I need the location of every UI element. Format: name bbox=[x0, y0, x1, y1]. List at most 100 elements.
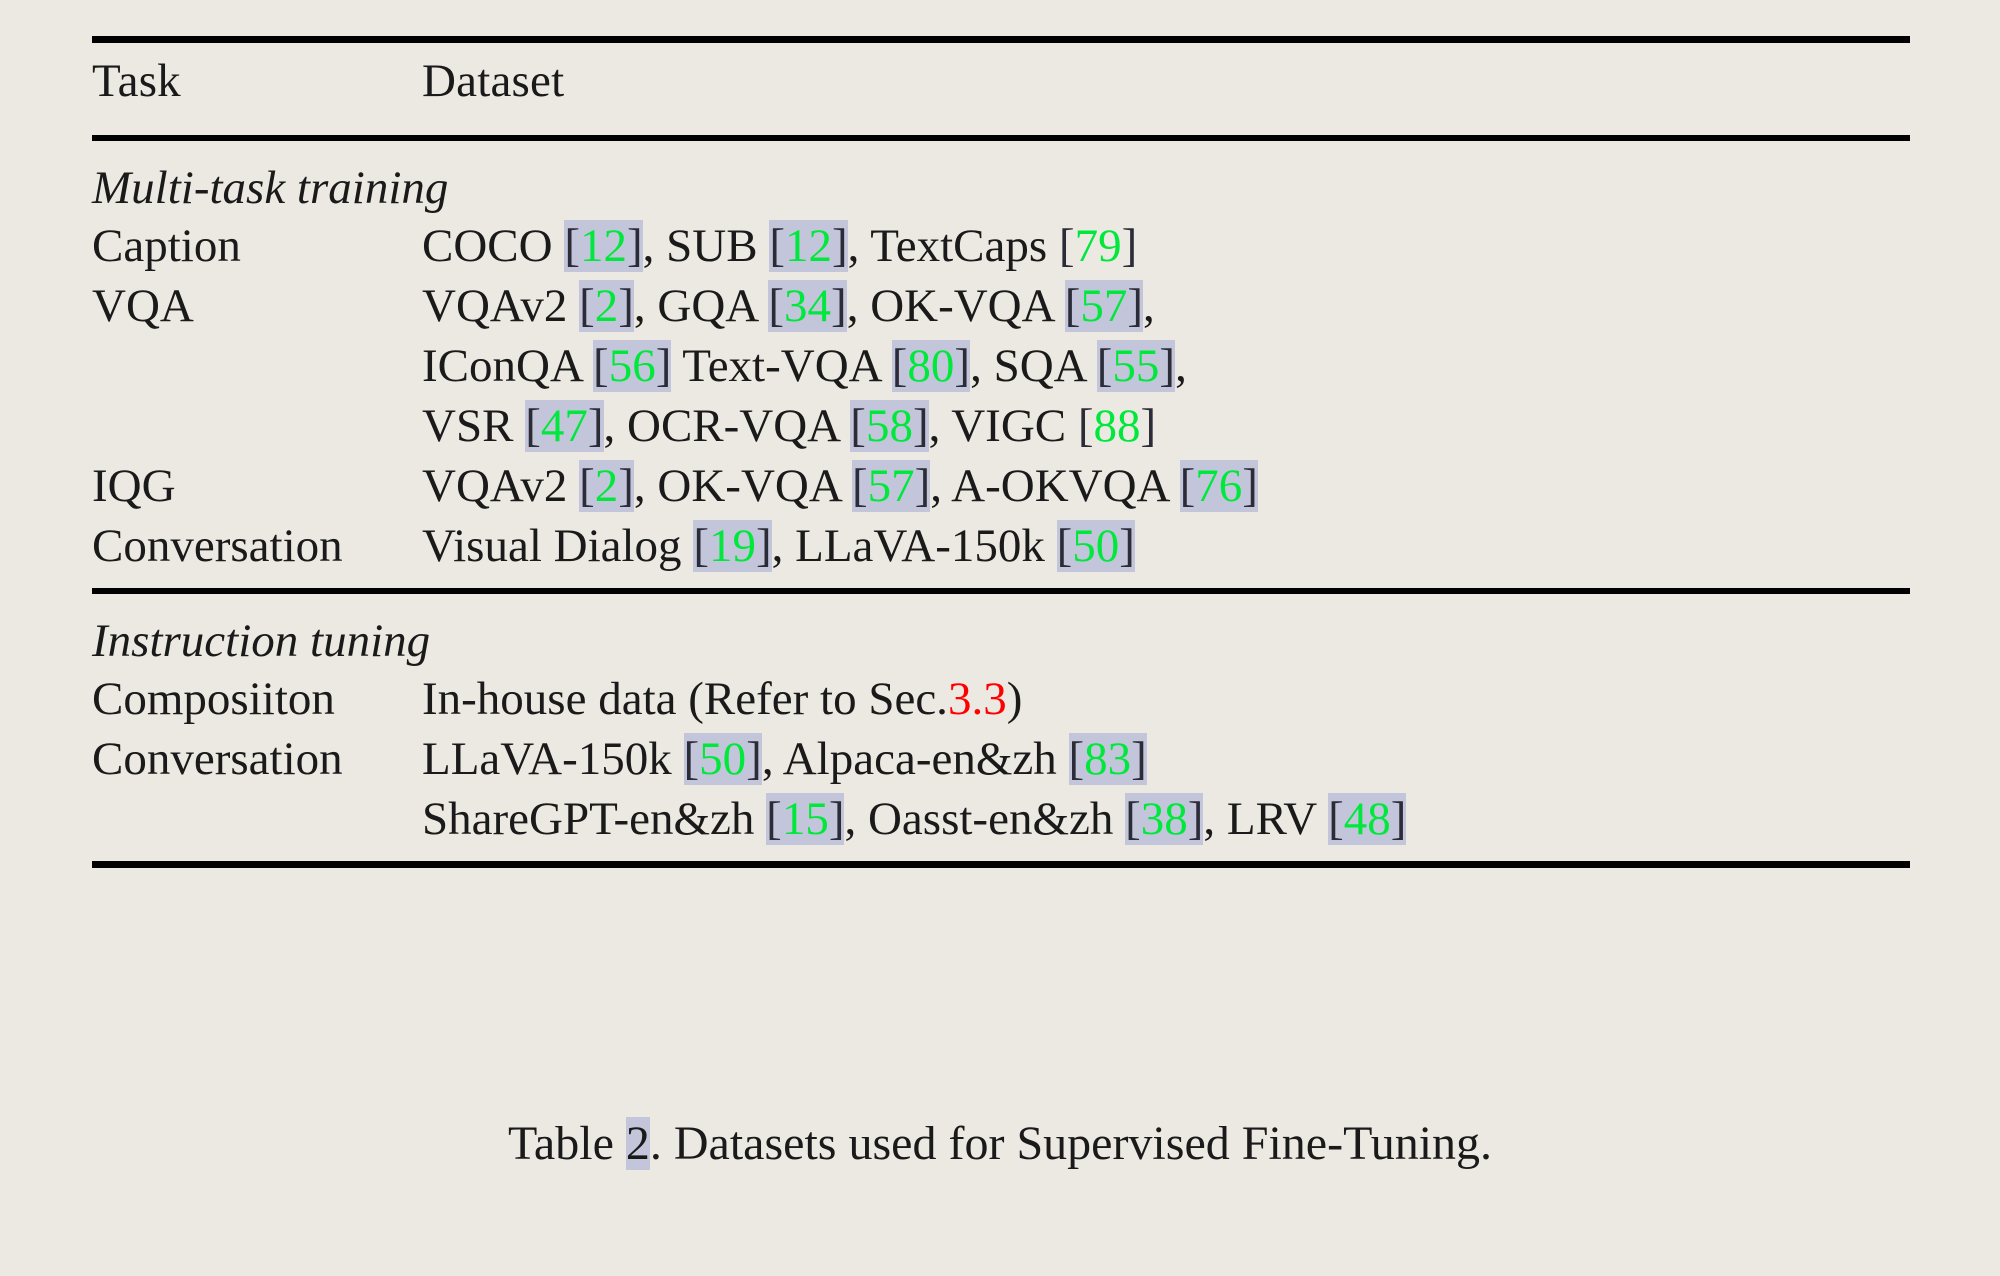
table-bottom-rule bbox=[92, 861, 1910, 868]
section-reference-link[interactable]: 3.3 bbox=[948, 673, 1007, 725]
citation-bracket-open: [ bbox=[1125, 793, 1141, 845]
citation-bracket-close: ] bbox=[1140, 400, 1157, 452]
citation-bracket-close: ] bbox=[755, 520, 772, 572]
cell-text: VQAv2 bbox=[422, 280, 580, 332]
cell-text: , A-OKVQA bbox=[930, 460, 1180, 512]
citation-reference[interactable]: [56] bbox=[593, 340, 672, 392]
citation-bracket-close: ] bbox=[1127, 280, 1144, 332]
citation-bracket-open: [ bbox=[1096, 340, 1113, 392]
cell-text: , Alpaca-en&zh bbox=[761, 733, 1069, 785]
citation-reference[interactable]: [47] bbox=[525, 400, 604, 452]
citation-bracket-close: ] bbox=[1242, 460, 1258, 512]
citation-reference[interactable]: [19] bbox=[693, 520, 772, 572]
citation-bracket-open: [ bbox=[851, 460, 868, 512]
citation-bracket-close: ] bbox=[1159, 340, 1176, 392]
citation-bracket-close: ] bbox=[832, 220, 848, 272]
cell-text: VQAv2 bbox=[422, 460, 580, 512]
citation-bracket-open: [ bbox=[891, 340, 908, 392]
citation-reference[interactable]: [57] bbox=[851, 460, 931, 512]
table-row: Conversation Visual Dialog [19], LLaVA-15… bbox=[92, 516, 1910, 576]
citation-bracket-open: [ bbox=[693, 520, 709, 572]
table-section-instruction-tuning: Instruction tuning Composiiton In-house da… bbox=[92, 594, 1910, 861]
citation-reference[interactable]: [15] bbox=[766, 793, 845, 845]
citation-reference[interactable]: [2] bbox=[579, 460, 634, 512]
citation-reference[interactable]: [76] bbox=[1179, 460, 1258, 512]
citation-bracket-open: [ bbox=[579, 460, 595, 512]
citation-reference[interactable]: [80] bbox=[891, 340, 971, 392]
citation-bracket-close: ] bbox=[627, 220, 643, 272]
citation-number: 56 bbox=[608, 340, 656, 392]
cell-text: , bbox=[1143, 280, 1155, 332]
citation-reference[interactable]: [48] bbox=[1328, 793, 1407, 845]
citation-bracket-open: [ bbox=[1328, 793, 1344, 845]
citation-reference[interactable]: [79] bbox=[1059, 220, 1137, 272]
citation-reference[interactable]: [12] bbox=[769, 220, 848, 272]
cell-text: Visual Dialog bbox=[422, 520, 694, 572]
citation-number: 79 bbox=[1074, 220, 1122, 272]
table-figure-page: Task Dataset Multi-task training Caption C… bbox=[0, 0, 2000, 1276]
citation-bracket-open: [ bbox=[1058, 220, 1075, 272]
cell-dataset: Visual Dialog [19], LLaVA-150k [50] bbox=[422, 516, 1910, 576]
citation-reference[interactable]: [50] bbox=[683, 733, 762, 785]
cell-task: Conversation bbox=[92, 733, 343, 785]
cell-text: IConQA bbox=[422, 340, 594, 392]
citation-number: 12 bbox=[580, 220, 627, 272]
cell-text: , GQA bbox=[633, 280, 769, 332]
citation-number: 2 bbox=[594, 460, 619, 512]
table-header-row: Task Dataset bbox=[92, 43, 1910, 135]
citation-number: 12 bbox=[785, 220, 832, 272]
citation-reference[interactable]: [38] bbox=[1125, 793, 1204, 845]
cell-text: , LLaVA-150k bbox=[771, 520, 1057, 572]
cell-text: , TextCaps bbox=[847, 220, 1059, 272]
citation-bracket-close: ] bbox=[912, 400, 929, 452]
cell-task: IQG bbox=[92, 460, 176, 512]
citation-bracket-close: ] bbox=[1390, 793, 1407, 845]
citation-reference[interactable]: [57] bbox=[1064, 280, 1144, 332]
citation-bracket-close: ] bbox=[587, 400, 604, 452]
citation-bracket-open: [ bbox=[1056, 520, 1073, 572]
citation-number: 57 bbox=[1080, 280, 1128, 332]
column-header-task: Task bbox=[92, 55, 181, 107]
cell-dataset: VQAv2 [2], OK-VQA [57], A-OKVQA [76] bbox=[422, 456, 1910, 516]
citation-reference[interactable]: [55] bbox=[1096, 340, 1176, 392]
citation-bracket-open: [ bbox=[564, 220, 580, 272]
citation-bracket-open: [ bbox=[1064, 280, 1081, 332]
citation-number: 38 bbox=[1140, 793, 1188, 845]
citation-reference[interactable]: [88] bbox=[1078, 400, 1156, 452]
citation-bracket-open: [ bbox=[768, 280, 785, 332]
citation-bracket-open: [ bbox=[525, 400, 541, 452]
citation-bracket-open: [ bbox=[1068, 733, 1085, 785]
citation-bracket-close: ] bbox=[746, 733, 762, 785]
table-top-rule bbox=[92, 36, 1910, 43]
cell-task: VQA bbox=[92, 280, 194, 332]
column-header-dataset: Dataset bbox=[422, 55, 565, 107]
citation-number: 76 bbox=[1195, 460, 1243, 512]
citation-bracket-close: ] bbox=[914, 460, 931, 512]
citation-reference[interactable]: [50] bbox=[1056, 520, 1135, 572]
cell-dataset-continuation: ShareGPT-en&zh [15], Oasst-en&zh [38], L… bbox=[422, 789, 1910, 849]
cell-dataset-continuation: VSR [47], OCR-VQA [58], VIGC [88] bbox=[422, 396, 1910, 456]
citation-bracket-close: ] bbox=[1119, 520, 1135, 572]
citation-bracket-open: [ bbox=[769, 220, 785, 272]
citation-number: 58 bbox=[865, 400, 913, 452]
citation-reference[interactable]: [2] bbox=[579, 280, 634, 332]
cell-dataset: LLaVA-150k [50], Alpaca-en&zh [83] bbox=[422, 729, 1910, 789]
citation-reference[interactable]: [83] bbox=[1068, 733, 1147, 785]
citation-bracket-open: [ bbox=[1077, 400, 1094, 452]
cell-task: Caption bbox=[92, 220, 241, 272]
cell-text: VSR bbox=[422, 400, 526, 452]
citation-number: 34 bbox=[784, 280, 832, 332]
citation-reference[interactable]: [58] bbox=[850, 400, 929, 452]
table-row: VQA VQAv2 [2], GQA [34], OK-VQA [57], bbox=[92, 276, 1910, 336]
cell-dataset: COCO [12], SUB [12], TextCaps [79] bbox=[422, 216, 1910, 276]
cell-task: Conversation bbox=[92, 520, 343, 572]
citation-reference[interactable]: [12] bbox=[564, 220, 643, 272]
citation-bracket-open: [ bbox=[1179, 460, 1196, 512]
citation-number: 47 bbox=[540, 400, 588, 452]
cell-text: ShareGPT-en&zh bbox=[422, 793, 767, 845]
cell-text: , OK-VQA bbox=[633, 460, 852, 512]
table-row: Composiiton In-house data (Refer to Sec.3… bbox=[92, 669, 1910, 729]
citation-number: 88 bbox=[1093, 400, 1141, 452]
citation-reference[interactable]: [34] bbox=[768, 280, 847, 332]
caption-prefix: Table bbox=[507, 1117, 626, 1170]
